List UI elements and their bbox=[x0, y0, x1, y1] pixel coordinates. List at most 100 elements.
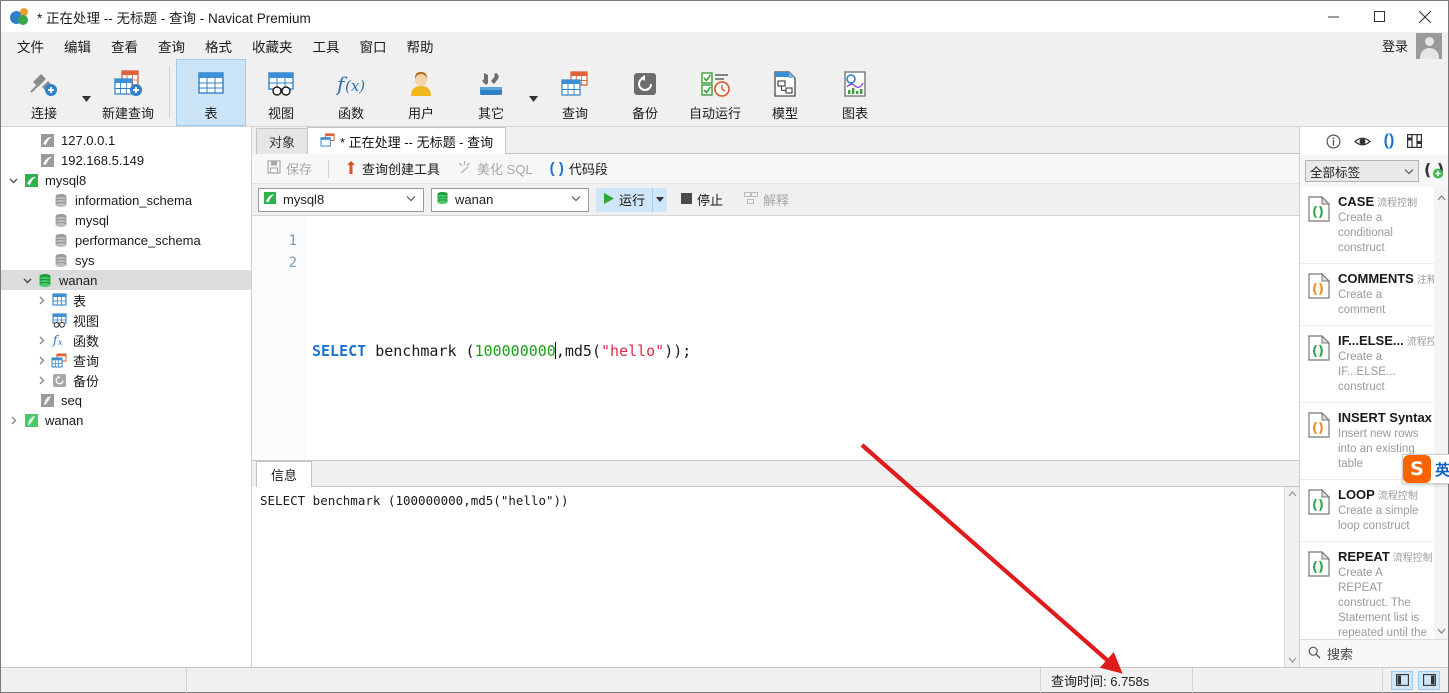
toolbar-query[interactable]: 查询 bbox=[540, 59, 610, 126]
search-input-placeholder[interactable]: 搜索 bbox=[1327, 644, 1353, 663]
toolbar-model[interactable]: 模型 bbox=[750, 59, 820, 126]
tree-item-information-schema[interactable]: information_schema bbox=[1, 190, 251, 210]
toolbar-table[interactable]: 表 bbox=[176, 59, 246, 126]
list-item[interactable]: () CASE 流程控制 Create a conditional constru… bbox=[1300, 187, 1434, 264]
add-snippet-icon[interactable]: ( ) bbox=[1424, 160, 1444, 182]
stop-button[interactable]: 停止 bbox=[674, 188, 730, 212]
maximize-button[interactable] bbox=[1356, 1, 1402, 32]
toggle-right-panel-button[interactable] bbox=[1418, 670, 1440, 690]
explain-label: 解释 bbox=[763, 193, 790, 208]
menu-view[interactable]: 查看 bbox=[101, 32, 148, 60]
toolbar-other[interactable]: 其它 bbox=[456, 59, 526, 126]
query-builder-button[interactable]: 查询创建工具 bbox=[338, 156, 447, 181]
sogou-ime-toolbar[interactable]: S 英 bbox=[1402, 454, 1449, 484]
menu-help[interactable]: 帮助 bbox=[397, 32, 444, 60]
run-dropdown-caret-icon[interactable] bbox=[652, 187, 668, 212]
menu-window[interactable]: 窗口 bbox=[350, 32, 397, 60]
connection-select[interactable]: mysql8 bbox=[258, 187, 424, 212]
login-link[interactable]: 登录 bbox=[1382, 36, 1408, 55]
tree-item-mysql8[interactable]: mysql8 bbox=[1, 170, 251, 190]
tree-item-functions[interactable]: fx 函数 bbox=[1, 330, 251, 350]
snippet-tag-select[interactable]: 全部标签 bbox=[1305, 160, 1419, 182]
close-button[interactable] bbox=[1402, 1, 1448, 32]
menu-file[interactable]: 文件 bbox=[7, 32, 54, 60]
play-icon bbox=[603, 192, 615, 208]
toggle-left-panel-button[interactable] bbox=[1391, 670, 1413, 690]
minimize-button[interactable] bbox=[1310, 1, 1356, 32]
tree-item-views[interactable]: 视图 bbox=[1, 310, 251, 330]
scroll-up-icon[interactable] bbox=[1437, 189, 1446, 204]
connection-dropdown-caret-icon[interactable] bbox=[79, 59, 93, 126]
tree-item-mysql[interactable]: mysql bbox=[1, 210, 251, 230]
snippet-icon[interactable]: () bbox=[1384, 133, 1395, 149]
save-button[interactable]: 保存 bbox=[260, 156, 319, 181]
snippet-button[interactable]: ( ) 代码段 bbox=[543, 156, 615, 181]
info-icon[interactable] bbox=[1326, 133, 1341, 149]
toolbar-automation[interactable]: 自动运行 bbox=[680, 59, 750, 126]
toolbar-new-query[interactable]: 新建查询 bbox=[93, 59, 163, 126]
tree-item-sys[interactable]: sys bbox=[1, 250, 251, 270]
tab-objects[interactable]: 对象 bbox=[256, 128, 309, 154]
avatar[interactable] bbox=[1416, 32, 1442, 59]
snippet-icon: () bbox=[1306, 333, 1332, 395]
tab-info[interactable]: 信息 bbox=[256, 461, 313, 487]
tree-item-performance-schema[interactable]: performance_schema bbox=[1, 230, 251, 250]
menu-format[interactable]: 格式 bbox=[195, 32, 242, 60]
snippet-body: COMMENTS 注释 Create a comment bbox=[1338, 271, 1437, 318]
snippet-search-row[interactable]: 搜索 bbox=[1300, 639, 1448, 667]
twisty-expanded-icon[interactable] bbox=[19, 276, 35, 285]
menu-edit[interactable]: 编辑 bbox=[54, 32, 101, 60]
tree-item-backups[interactable]: 备份 bbox=[1, 370, 251, 390]
twisty-collapsed-icon[interactable] bbox=[33, 376, 49, 385]
toolbar-view[interactable]: 视图 bbox=[246, 59, 316, 126]
tree-item-192-168-5-149[interactable]: 192.168.5.149 bbox=[1, 150, 251, 170]
navigation-pane[interactable]: 127.0.0.1 192.168.5.149 mysql8 informati… bbox=[1, 127, 252, 667]
twisty-expanded-icon[interactable] bbox=[5, 176, 21, 185]
toolbar-user[interactable]: 用户 bbox=[386, 59, 456, 126]
explain-button[interactable]: 解释 bbox=[737, 188, 796, 212]
toolbar-new-query-label: 新建查询 bbox=[101, 105, 154, 121]
eye-icon[interactable] bbox=[1353, 135, 1371, 148]
menu-tools[interactable]: 工具 bbox=[303, 32, 350, 60]
list-item[interactable]: () LOOP 流程控制 Create a simple loop constru… bbox=[1300, 480, 1434, 542]
menu-favorites[interactable]: 收藏夹 bbox=[242, 32, 303, 60]
tree-item-seq[interactable]: seq bbox=[1, 390, 251, 410]
twisty-collapsed-icon[interactable] bbox=[33, 336, 49, 345]
tree-item-127-0-0-1[interactable]: 127.0.0.1 bbox=[1, 130, 251, 150]
menu-query[interactable]: 查询 bbox=[148, 32, 195, 60]
info-scrollbar[interactable] bbox=[1284, 487, 1299, 667]
toolbar-chart[interactable]: 图表 bbox=[820, 59, 890, 126]
tab-objects-label: 对象 bbox=[269, 135, 296, 150]
toolbar-backup[interactable]: 备份 bbox=[610, 59, 680, 126]
scroll-down-icon[interactable] bbox=[1288, 655, 1297, 665]
list-item[interactable]: () REPEAT 流程控制 Create A REPEAT construct.… bbox=[1300, 542, 1434, 639]
tree-item-queries[interactable]: 查询 bbox=[1, 350, 251, 370]
twisty-collapsed-icon[interactable] bbox=[5, 416, 21, 425]
toolbar-function[interactable]: f (x) 函数 bbox=[316, 59, 386, 126]
query-connection-bar: mysql8 wanan 运行 停止 解释 bbox=[252, 184, 1299, 216]
grid-icon[interactable] bbox=[1407, 134, 1423, 148]
database-select[interactable]: wanan bbox=[431, 187, 589, 212]
tree-item-wanan-connection[interactable]: wanan bbox=[1, 410, 251, 430]
toolbar-connection[interactable]: 连接 bbox=[9, 59, 79, 126]
twisty-collapsed-icon[interactable] bbox=[33, 356, 49, 365]
sql-code-content[interactable]: SELECT benchmark (100000000,md5("hello")… bbox=[306, 216, 1299, 460]
snippet-list[interactable]: () CASE 流程控制 Create a conditional constru… bbox=[1300, 187, 1448, 639]
sql-editor[interactable]: 1 2 SELECT benchmark (100000000,md5("hel… bbox=[252, 216, 1299, 460]
ime-mode-label[interactable]: 英 bbox=[1435, 459, 1449, 480]
tree-item-tables[interactable]: 表 bbox=[1, 290, 251, 310]
list-item[interactable]: () COMMENTS 注释 Create a comment bbox=[1300, 264, 1437, 326]
twisty-collapsed-icon[interactable] bbox=[33, 296, 49, 305]
query-builder-label: 查询创建工具 bbox=[362, 162, 441, 177]
query-icon bbox=[559, 68, 591, 100]
run-button[interactable]: 运行 bbox=[596, 187, 653, 212]
beautify-sql-button[interactable]: 美化 SQL bbox=[450, 156, 540, 181]
list-item[interactable]: () IF...ELSE... 流程控制 Create a IF...ELSE..… bbox=[1300, 326, 1447, 403]
tab-query[interactable]: * 正在处理 -- 无标题 - 查询 bbox=[307, 127, 507, 154]
other-dropdown-caret-icon[interactable] bbox=[526, 59, 540, 126]
scroll-up-icon[interactable] bbox=[1288, 489, 1297, 499]
scroll-down-icon[interactable] bbox=[1437, 622, 1446, 637]
tree-item-wanan-database[interactable]: wanan bbox=[1, 270, 251, 290]
database-open-icon bbox=[35, 273, 55, 288]
snippet-scrollbar[interactable] bbox=[1434, 187, 1448, 639]
